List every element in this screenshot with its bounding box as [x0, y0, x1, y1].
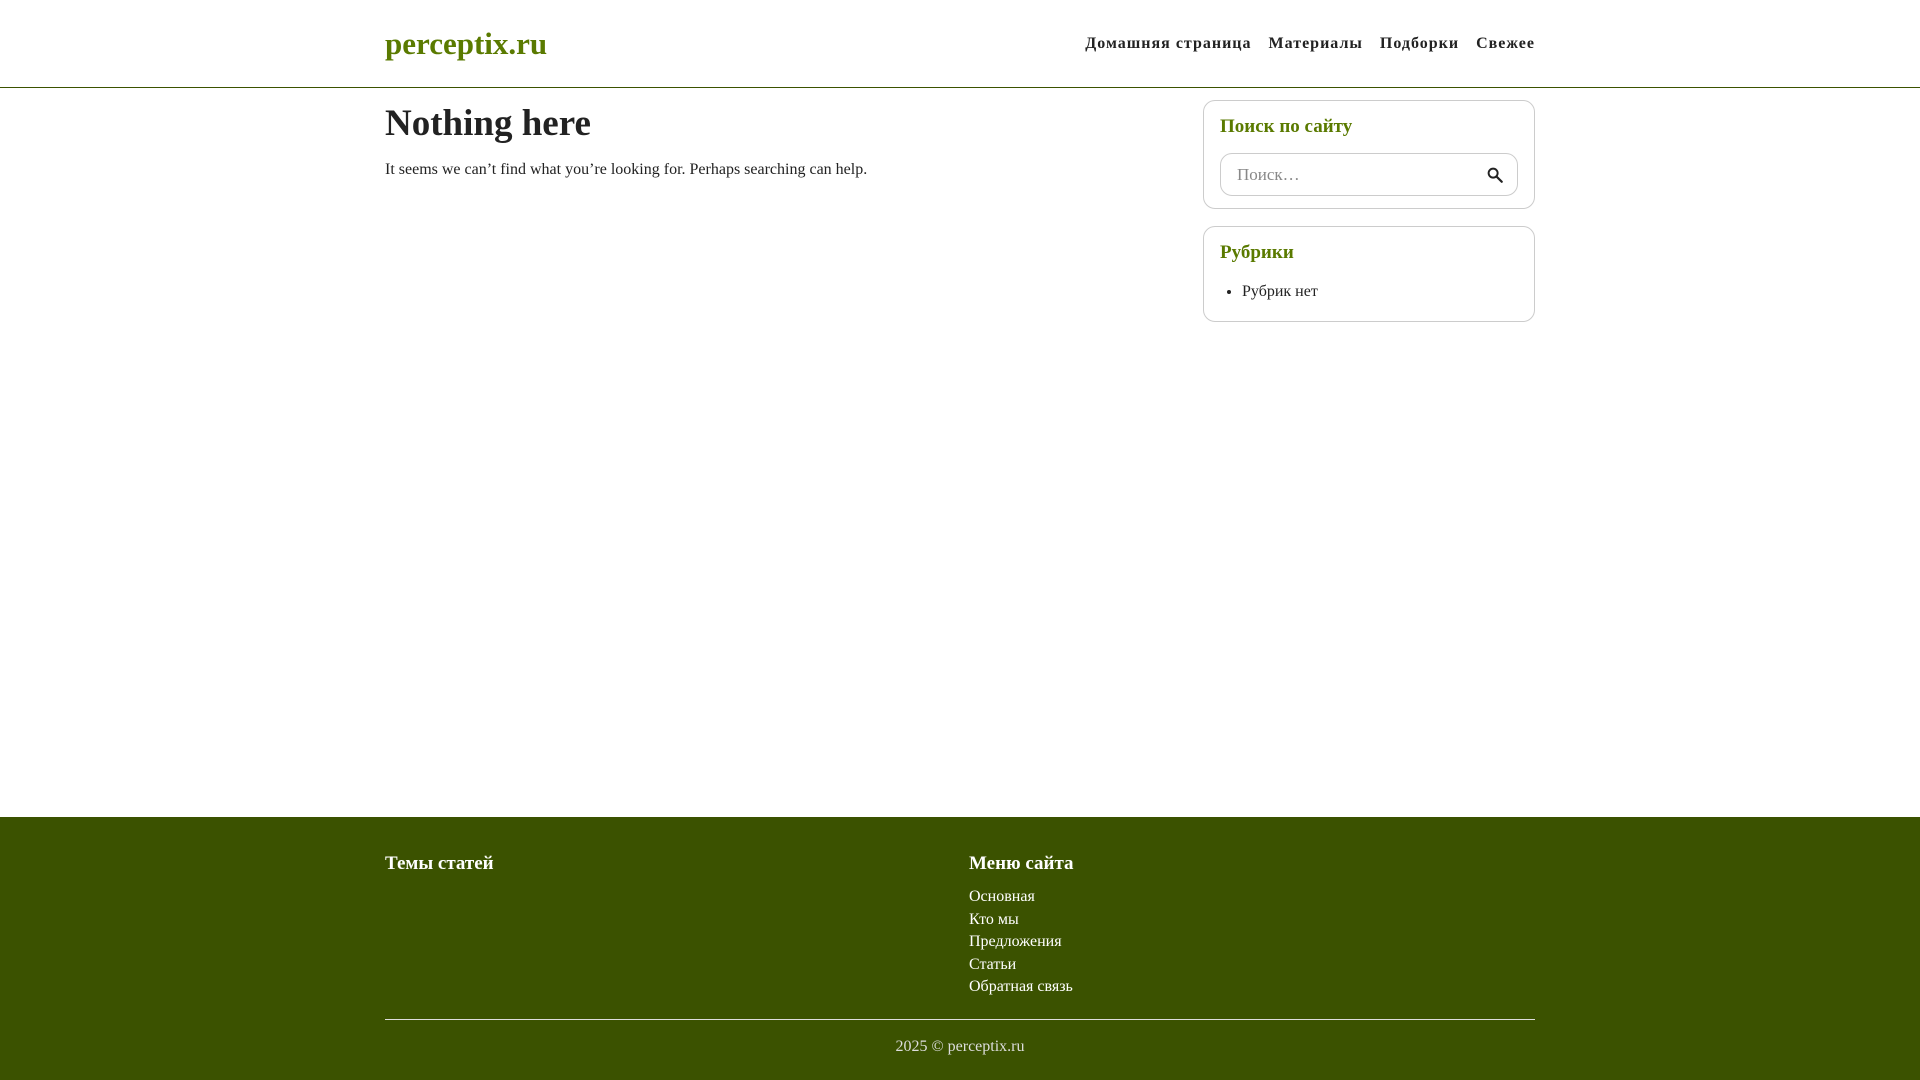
nav-item-home[interactable]: Домашняя страница: [1085, 35, 1251, 53]
footer-menu-item-feedback[interactable]: Обратная связь: [969, 978, 1073, 995]
nav-item-materials[interactable]: Материалы: [1269, 35, 1363, 53]
nav-item-fresh[interactable]: Свежее: [1476, 35, 1535, 53]
footer-menu-item-main[interactable]: Основная: [969, 888, 1035, 905]
copyright: 2025 © perceptix.ru: [895, 1038, 1025, 1055]
page-message: It seems we can’t find what you’re looki…: [385, 161, 868, 178]
footer-topics-column: Темы статей: [385, 852, 494, 876]
main-nav: Домашняя страница Материалы Подборки Све…: [1085, 35, 1535, 53]
search-form: [1220, 153, 1518, 196]
main-content: Nothing here It seems we can’t find what…: [385, 100, 1145, 182]
search-input[interactable]: [1221, 154, 1481, 195]
footer-menu-item-offers[interactable]: Предложения: [969, 933, 1062, 950]
search-widget-title: Поиск по сайту: [1220, 116, 1353, 137]
nav-item-collections[interactable]: Подборки: [1380, 35, 1459, 53]
footer-menu-column: Меню сайта Основная Кто мы Предложения С…: [969, 852, 1074, 999]
footer-divider: [385, 1019, 1535, 1020]
footer-menu: Основная Кто мы Предложения Статьи Обрат…: [969, 886, 1074, 999]
list-item: Рубрик нет: [1242, 281, 1518, 303]
footer-menu-heading: Меню сайта: [969, 853, 1074, 874]
footer-menu-item-about[interactable]: Кто мы: [969, 911, 1019, 928]
search-button[interactable]: [1483, 163, 1507, 187]
search-widget: Поиск по сайту: [1203, 100, 1535, 209]
footer-inner: Темы статей Меню сайта Основная Кто мы П…: [385, 817, 1535, 1080]
site-header: perceptix.ru Домашняя страница Материалы…: [0, 0, 1920, 88]
categories-widget-title: Рубрики: [1220, 242, 1294, 263]
categories-list: Рубрик нет: [1220, 281, 1518, 309]
search-icon: [1487, 167, 1503, 183]
page-title: Nothing here: [385, 103, 591, 144]
categories-widget: Рубрики Рубрик нет: [1203, 226, 1535, 322]
header-inner: perceptix.ru Домашняя страница Материалы…: [385, 0, 1535, 87]
sidebar: Поиск по сайту Рубрики Рубрик нет: [1203, 100, 1535, 322]
footer-menu-item-articles[interactable]: Статьи: [969, 956, 1016, 973]
site-footer: Темы статей Меню сайта Основная Кто мы П…: [0, 817, 1920, 1080]
footer-topics-heading: Темы статей: [385, 853, 494, 874]
site-title-link[interactable]: perceptix.ru: [385, 26, 547, 62]
